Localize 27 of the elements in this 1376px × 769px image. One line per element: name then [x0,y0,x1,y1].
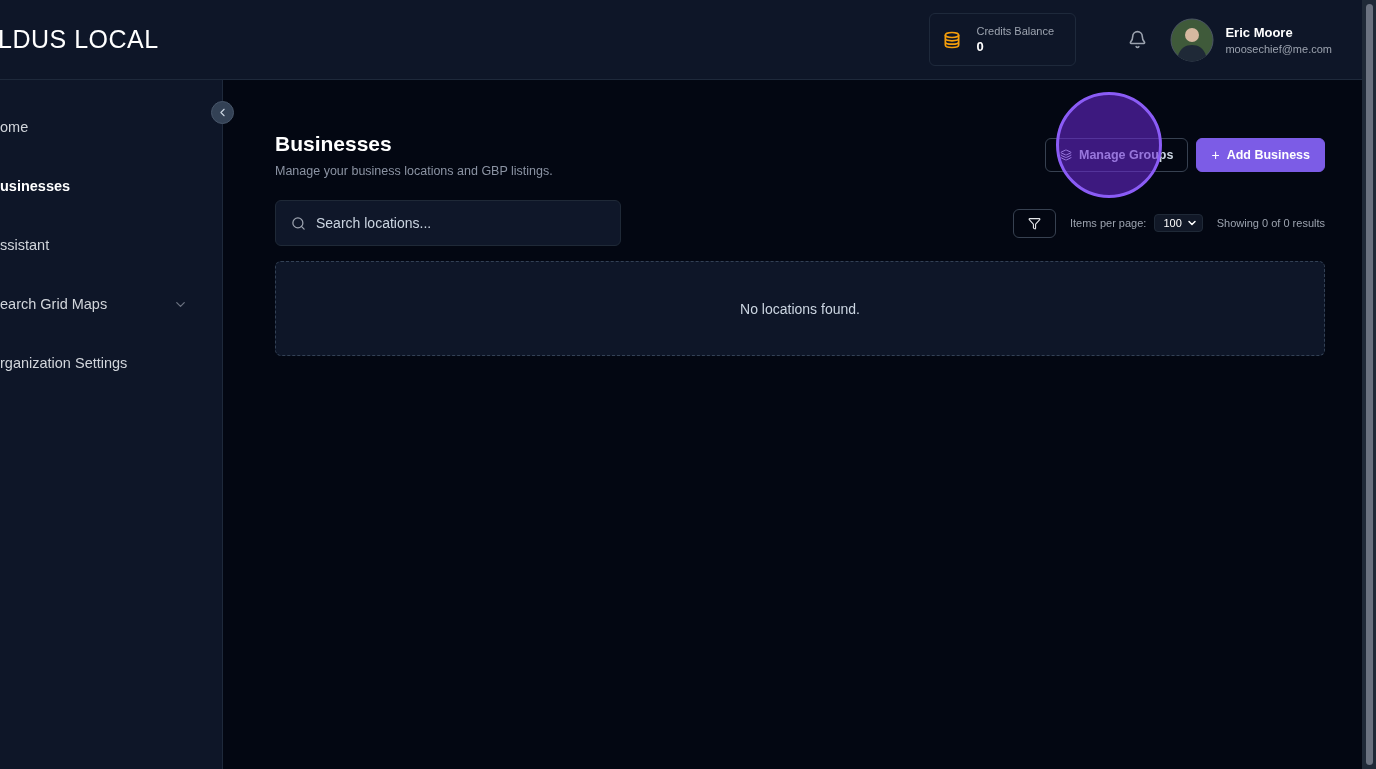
logo: LDUS LOCAL [0,25,159,54]
items-per-page-select[interactable]: 100 [1154,214,1203,232]
page-title: Businesses [275,132,393,156]
avatar[interactable] [1170,17,1215,62]
results-count: Showing 0 of 0 results [1216,217,1325,229]
empty-message: No locations found. [740,300,860,317]
bell-icon[interactable] [1128,30,1148,49]
collapse-button[interactable] [211,101,234,124]
nav-item[interactable]: rganization Settings [0,352,222,374]
credits-label: Credits Balance [976,25,1055,37]
add-business-button[interactable]: + Add Business [1196,138,1325,172]
page-subtitle: Manage your business locations and GBP listings. [275,164,553,178]
nav-item[interactable]: usinesses [0,175,222,197]
nav-item[interactable]: ome [0,116,222,138]
filter-button[interactable] [1012,208,1056,238]
scrollbar[interactable] [1362,0,1376,769]
search-icon [291,216,306,231]
search-field[interactable]: Search locations... [275,200,621,246]
credits-value: 0 [976,39,985,54]
nav-item[interactable]: ssistant [0,234,222,256]
coins-icon [942,29,963,50]
user-name: Eric Moore [1225,24,1294,40]
filter-icon [1027,216,1041,230]
layers-icon [1060,149,1072,161]
items-per-page-label: Items per page: [1069,217,1147,229]
user-email: moosechief@me.com [1225,42,1332,55]
nav-item[interactable]: earch Grid Maps [0,293,222,315]
